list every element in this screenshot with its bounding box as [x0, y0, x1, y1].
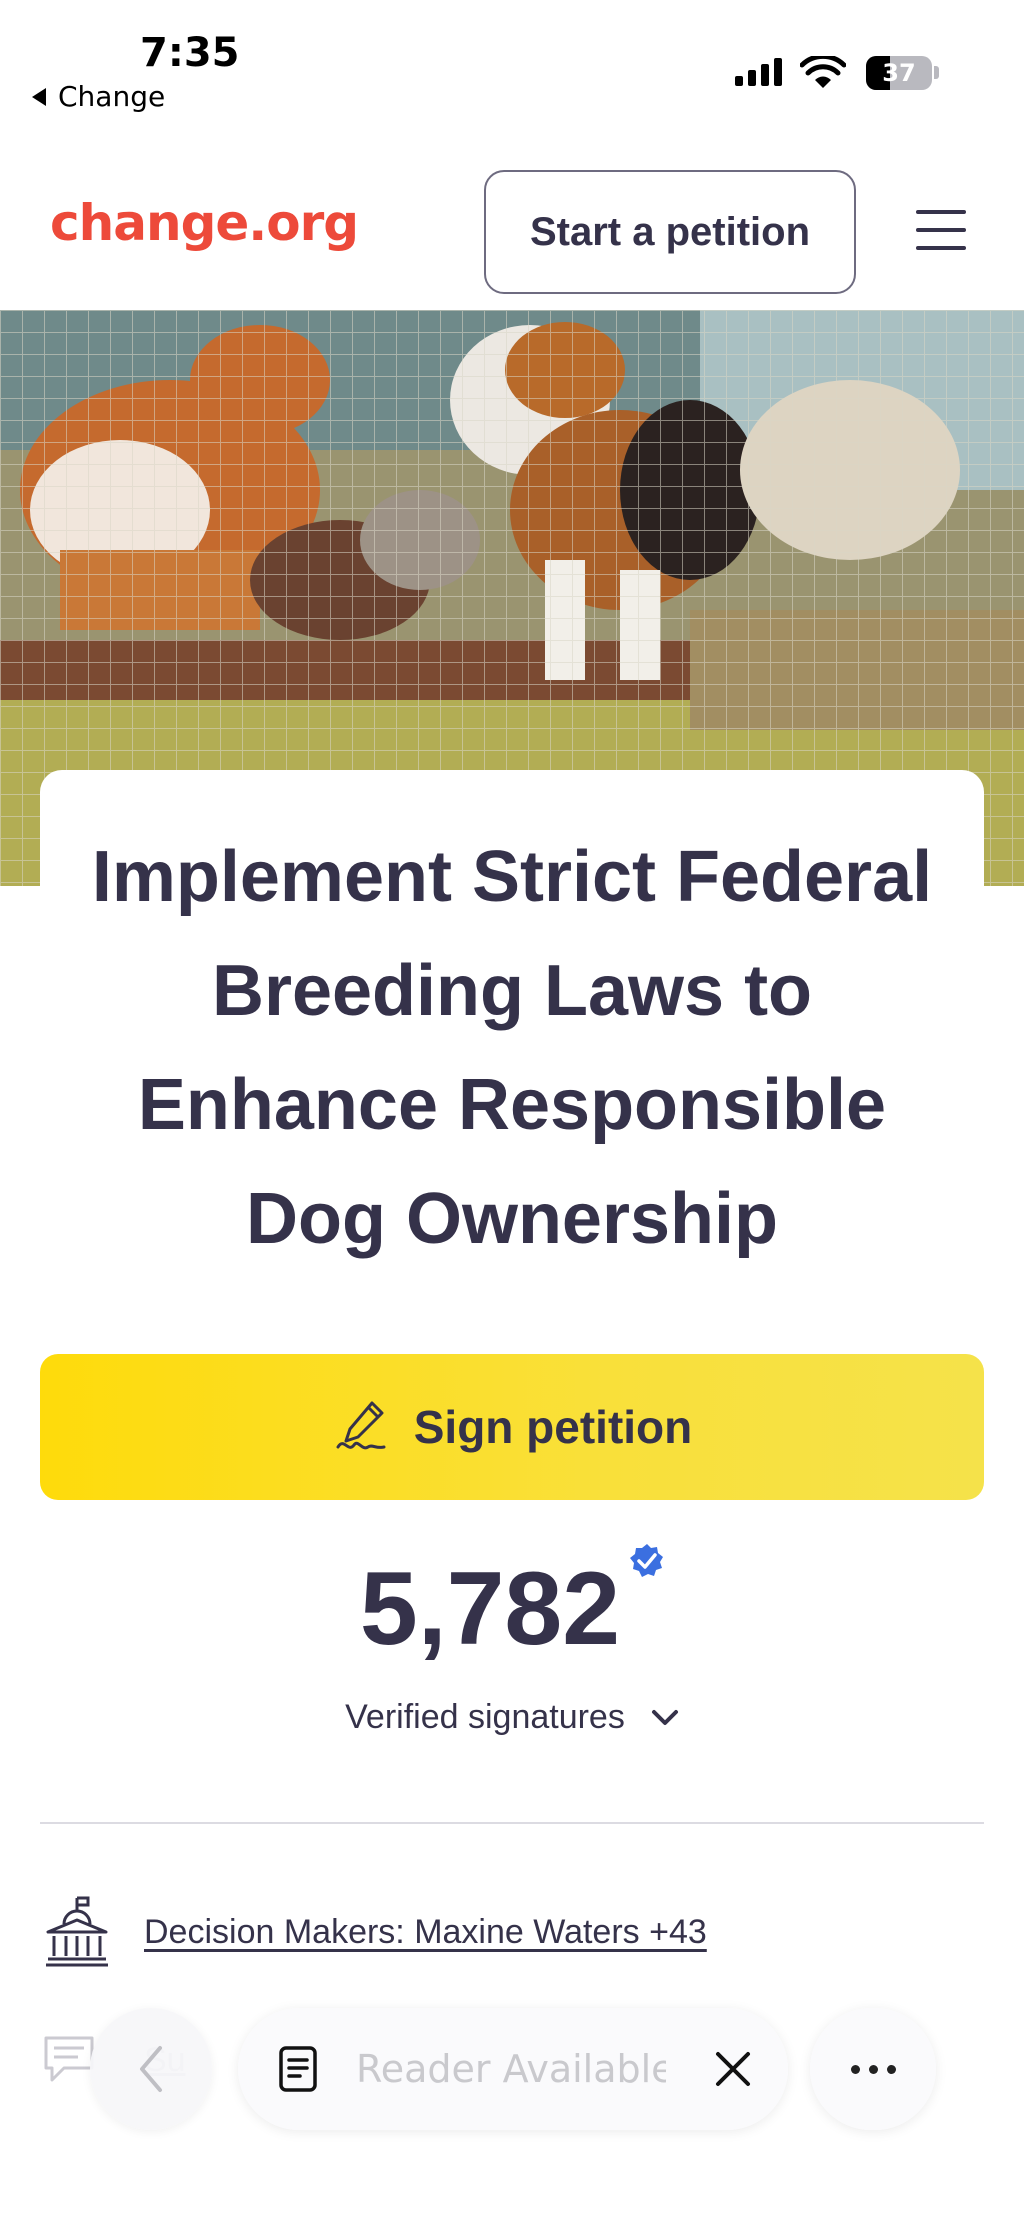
back-triangle-icon: [32, 87, 46, 106]
wifi-icon: [800, 56, 846, 88]
government-building-icon: [46, 1896, 108, 1967]
petition-title: Implement Strict Federal Breeding Laws t…: [91, 837, 933, 1259]
signature-count: 5,782: [359, 1551, 621, 1667]
start-petition-button[interactable]: Start a petition: [484, 170, 856, 294]
status-bar: 7:35 Change 37: [0, 0, 1024, 130]
status-time: 7:35: [140, 30, 240, 76]
change-org-logo[interactable]: change.org: [50, 194, 359, 252]
decision-makers-row: Decision Makers: Maxine Waters +43: [44, 1896, 707, 1968]
hamburger-menu-icon[interactable]: [916, 210, 966, 250]
verified-check-icon: [630, 1544, 663, 1577]
battery-tip: [934, 66, 939, 79]
reader-mode-icon[interactable]: [278, 2045, 318, 2093]
more-dot-icon: [868, 2064, 878, 2074]
reader-available-text: Reader Available: [356, 2047, 666, 2091]
decision-makers-link[interactable]: Decision Makers: Maxine Waters +43: [144, 1913, 707, 1952]
browser-back-button[interactable]: [90, 2008, 212, 2130]
sign-petition-button[interactable]: Sign petition: [40, 1354, 984, 1500]
chevron-left-icon: [140, 2046, 162, 2092]
cellular-signal-icon: [735, 58, 782, 86]
site-header: change.org Start a petition: [0, 130, 1024, 310]
more-options-button[interactable]: [810, 2008, 936, 2130]
address-bar-pill[interactable]: Reader Available: [238, 2008, 788, 2130]
back-app-label: Change: [58, 80, 166, 113]
verified-signatures-label: Verified signatures: [345, 1698, 625, 1736]
more-dot-icon: [886, 2064, 896, 2074]
chevron-down-icon: [651, 1709, 678, 1725]
more-dot-icon: [850, 2064, 860, 2074]
pen-signature-icon: [336, 1401, 386, 1450]
verified-signatures-toggle[interactable]: Verified signatures: [0, 1698, 1024, 1737]
battery-icon: 37: [866, 56, 932, 90]
sign-petition-label: Sign petition: [413, 1401, 693, 1453]
section-divider: [40, 1822, 984, 1824]
close-icon[interactable]: [710, 2046, 756, 2092]
back-to-app-button[interactable]: Change: [32, 80, 165, 113]
battery-percent: 37: [882, 59, 916, 87]
